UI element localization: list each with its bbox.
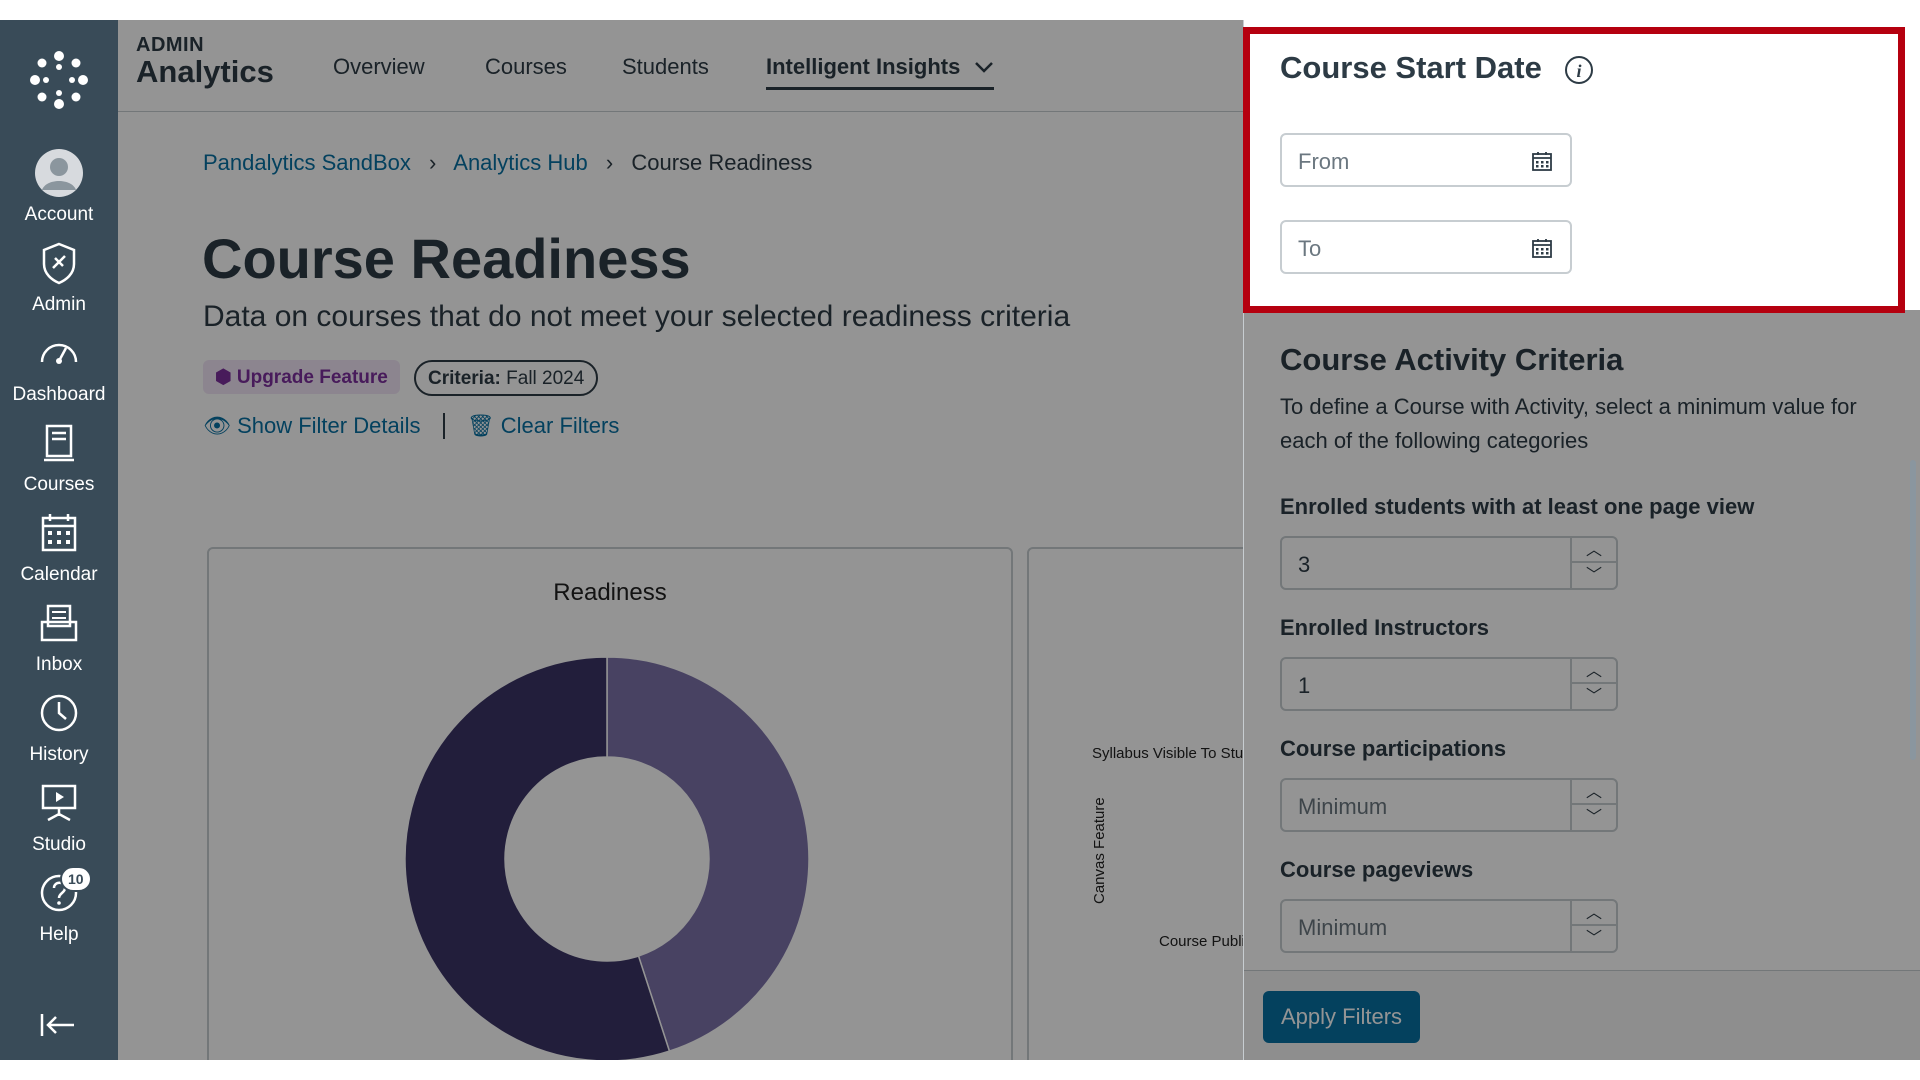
nav-label: Account bbox=[24, 204, 94, 225]
nav-item-calendar[interactable]: Calendar bbox=[0, 508, 118, 592]
nav-item-help[interactable]: 10 Help bbox=[0, 866, 118, 952]
nav-label: Inbox bbox=[35, 654, 83, 675]
nav-item-studio[interactable]: Studio bbox=[0, 778, 118, 862]
nav-label: Studio bbox=[32, 834, 86, 855]
nav-label: History bbox=[29, 744, 89, 765]
nav-label: Courses bbox=[23, 474, 95, 495]
calendar-icon bbox=[41, 514, 77, 552]
help-badge: 10 bbox=[60, 866, 92, 892]
nav-label: Help bbox=[39, 924, 79, 945]
to-date-input[interactable] bbox=[1282, 222, 1502, 276]
collapse-nav-icon[interactable] bbox=[38, 1010, 78, 1040]
history-icon bbox=[40, 694, 78, 732]
dashboard-icon bbox=[40, 343, 78, 364]
admin-icon bbox=[42, 242, 76, 285]
calendar-icon[interactable] bbox=[1530, 149, 1554, 173]
modal-overlay bbox=[118, 20, 1243, 1060]
nav-item-courses[interactable]: Courses bbox=[0, 418, 118, 502]
account-icon bbox=[35, 149, 83, 197]
global-nav: Account Admin Dashboard Courses Calendar… bbox=[0, 20, 118, 1060]
courses-icon bbox=[44, 424, 74, 462]
nav-item-inbox[interactable]: Inbox bbox=[0, 598, 118, 682]
from-date-input[interactable] bbox=[1282, 135, 1502, 189]
nav-item-history[interactable]: History bbox=[0, 688, 118, 772]
app-window: Account Admin Dashboard Courses Calendar… bbox=[0, 20, 1920, 1060]
nav-item-admin[interactable]: Admin bbox=[0, 238, 118, 322]
filter-panel: Course Start Date i Course Activity Crit… bbox=[1243, 20, 1920, 1060]
course-start-date-heading: Course Start Date i bbox=[1280, 50, 1594, 86]
to-date-field[interactable] bbox=[1280, 220, 1572, 276]
nav-label: Calendar bbox=[20, 564, 98, 585]
canvas-logo-icon[interactable] bbox=[29, 50, 89, 110]
calendar-icon[interactable] bbox=[1530, 236, 1554, 260]
nav-label: Admin bbox=[32, 294, 86, 315]
from-date-field[interactable] bbox=[1280, 133, 1572, 189]
nav-label: Dashboard bbox=[12, 384, 106, 405]
info-icon[interactable]: i bbox=[1564, 55, 1594, 85]
studio-icon bbox=[41, 784, 77, 822]
inbox-icon bbox=[40, 604, 78, 642]
section-title-text: Course Start Date bbox=[1280, 50, 1542, 85]
panel-dim-overlay bbox=[1244, 310, 1920, 1060]
scrollbar[interactable] bbox=[1910, 460, 1916, 760]
svg-text:i: i bbox=[1577, 61, 1582, 81]
nav-item-account[interactable]: Account bbox=[0, 148, 118, 232]
nav-item-dashboard[interactable]: Dashboard bbox=[0, 328, 118, 412]
